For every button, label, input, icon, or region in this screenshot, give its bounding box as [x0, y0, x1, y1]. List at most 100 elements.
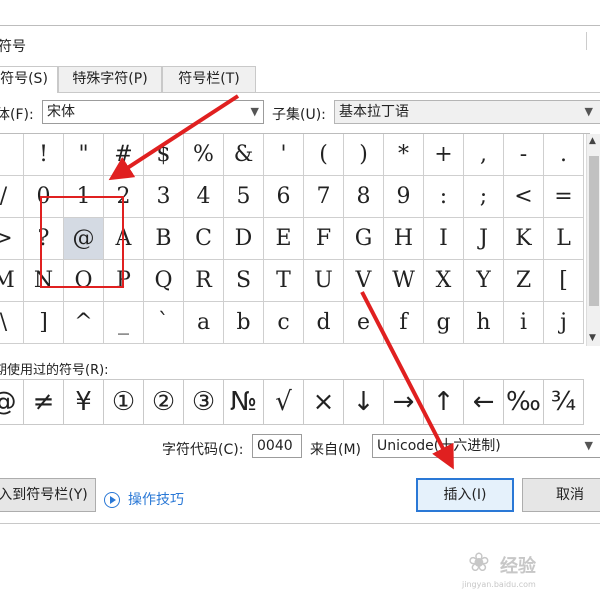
- symbol-cell[interactable]: T: [264, 260, 304, 302]
- symbol-cell[interactable]: e: [344, 302, 384, 344]
- symbol-cell[interactable]: J: [464, 218, 504, 260]
- symbol-cell[interactable]: C: [184, 218, 224, 260]
- symbol-cell[interactable]: <: [504, 176, 544, 218]
- recent-symbol-cell[interactable]: @: [0, 379, 24, 425]
- symbol-cell[interactable]: >: [0, 218, 24, 260]
- symbol-cell[interactable]: :: [424, 176, 464, 218]
- symbol-cell[interactable]: B: [144, 218, 184, 260]
- symbol-cell[interactable]: R: [184, 260, 224, 302]
- symbol-cell[interactable]: H: [384, 218, 424, 260]
- symbol-cell[interactable]: %: [184, 134, 224, 176]
- symbol-cell[interactable]: X: [424, 260, 464, 302]
- recent-symbol-cell[interactable]: ×: [304, 379, 344, 425]
- shortcut-key-button[interactable]: 入到符号栏(Y): [0, 478, 96, 512]
- symbol-cell[interactable]: f: [384, 302, 424, 344]
- symbol-cell[interactable]: /: [0, 176, 24, 218]
- symbol-cell[interactable]: [: [544, 260, 584, 302]
- symbol-cell[interactable]: &: [224, 134, 264, 176]
- symbol-cell[interactable]: ): [344, 134, 384, 176]
- symbol-cell[interactable]: *: [384, 134, 424, 176]
- symbol-cell[interactable]: b: [224, 302, 264, 344]
- symbol-cell[interactable]: K: [504, 218, 544, 260]
- recent-symbol-cell[interactable]: →: [384, 379, 424, 425]
- tab-symbols[interactable]: 符号(S): [0, 66, 58, 93]
- symbol-cell[interactable]: ": [64, 134, 104, 176]
- symbol-cell[interactable]: ;: [464, 176, 504, 218]
- recent-symbol-cell[interactable]: №: [224, 379, 264, 425]
- symbol-cell[interactable]: \: [0, 302, 24, 344]
- recent-symbol-cell[interactable]: ¥: [64, 379, 104, 425]
- symbol-cell[interactable]: [0, 134, 24, 176]
- symbol-cell[interactable]: a: [184, 302, 224, 344]
- recent-symbol-cell[interactable]: √: [264, 379, 304, 425]
- symbol-cell[interactable]: 4: [184, 176, 224, 218]
- symbol-cell[interactable]: Q: [144, 260, 184, 302]
- symbol-cell[interactable]: ': [264, 134, 304, 176]
- symbol-cell[interactable]: c: [264, 302, 304, 344]
- symbol-cell[interactable]: Y: [464, 260, 504, 302]
- symbol-cell[interactable]: d: [304, 302, 344, 344]
- symbol-cell[interactable]: #: [104, 134, 144, 176]
- symbol-cell[interactable]: `: [144, 302, 184, 344]
- font-label: 体(F):: [0, 107, 34, 123]
- recent-symbol-cell[interactable]: ¾: [544, 379, 584, 425]
- from-select[interactable]: Unicode(十六进制) ▼: [372, 434, 600, 458]
- recent-symbol-cell[interactable]: ②: [144, 379, 184, 425]
- symbol-cell[interactable]: j: [544, 302, 584, 344]
- symbol-cell[interactable]: =: [544, 176, 584, 218]
- symbol-cell[interactable]: E: [264, 218, 304, 260]
- tab-symbol-bar[interactable]: 符号栏(T): [162, 66, 256, 92]
- symbol-cell[interactable]: h: [464, 302, 504, 344]
- symbol-cell[interactable]: Z: [504, 260, 544, 302]
- scroll-down-icon[interactable]: ▼: [589, 333, 596, 343]
- font-select[interactable]: 宋体 ▼: [42, 100, 264, 124]
- symbol-cell[interactable]: 9: [384, 176, 424, 218]
- symbol-cell[interactable]: M: [0, 260, 24, 302]
- symbol-cell[interactable]: U: [304, 260, 344, 302]
- symbol-cell[interactable]: 5: [224, 176, 264, 218]
- symbol-cell[interactable]: 8: [344, 176, 384, 218]
- symbol-cell[interactable]: ^: [64, 302, 104, 344]
- symbol-cell[interactable]: i: [504, 302, 544, 344]
- recent-symbols: @≠¥①②③№√×↓→↑←‰¾: [0, 379, 600, 425]
- tips-link[interactable]: 操作技巧: [104, 489, 184, 509]
- recent-symbol-cell[interactable]: ↓: [344, 379, 384, 425]
- symbol-cell[interactable]: -: [504, 134, 544, 176]
- recent-symbol-cell[interactable]: ≠: [24, 379, 64, 425]
- symbol-cell[interactable]: (: [304, 134, 344, 176]
- symbol-cell[interactable]: 3: [144, 176, 184, 218]
- symbol-cell[interactable]: F: [304, 218, 344, 260]
- recent-symbol-cell[interactable]: ③: [184, 379, 224, 425]
- symbol-cell[interactable]: S: [224, 260, 264, 302]
- symbol-cell[interactable]: W: [384, 260, 424, 302]
- symbol-cell[interactable]: _: [104, 302, 144, 344]
- symbol-cell[interactable]: .: [544, 134, 584, 176]
- scroll-thumb[interactable]: [589, 156, 599, 306]
- symbol-cell[interactable]: +: [424, 134, 464, 176]
- symbol-cell[interactable]: g: [424, 302, 464, 344]
- highlight-box: [40, 196, 124, 288]
- recent-symbol-cell[interactable]: ↑: [424, 379, 464, 425]
- symbol-cell[interactable]: ,: [464, 134, 504, 176]
- scroll-up-icon[interactable]: ▲: [589, 136, 596, 146]
- recent-symbol-cell[interactable]: ‰: [504, 379, 544, 425]
- font-value: 宋体: [47, 104, 75, 120]
- cancel-button[interactable]: 取消: [522, 478, 600, 512]
- recent-symbol-cell[interactable]: ←: [464, 379, 504, 425]
- symbol-cell[interactable]: ]: [24, 302, 64, 344]
- insert-button[interactable]: 插入(I): [416, 478, 514, 512]
- symbol-cell[interactable]: 7: [304, 176, 344, 218]
- symbol-cell[interactable]: L: [544, 218, 584, 260]
- symbol-cell[interactable]: I: [424, 218, 464, 260]
- subset-select[interactable]: 基本拉丁语 ▼: [334, 100, 600, 124]
- tab-special-characters[interactable]: 特殊字符(P): [58, 66, 162, 92]
- symbol-cell[interactable]: $: [144, 134, 184, 176]
- symbol-cell[interactable]: !: [24, 134, 64, 176]
- grid-scrollbar[interactable]: ▲ ▼: [586, 134, 600, 346]
- symbol-cell[interactable]: 6: [264, 176, 304, 218]
- symbol-cell[interactable]: G: [344, 218, 384, 260]
- symbol-cell[interactable]: D: [224, 218, 264, 260]
- recent-symbol-cell[interactable]: ①: [104, 379, 144, 425]
- symbol-cell[interactable]: V: [344, 260, 384, 302]
- char-code-input[interactable]: 0040: [252, 434, 302, 458]
